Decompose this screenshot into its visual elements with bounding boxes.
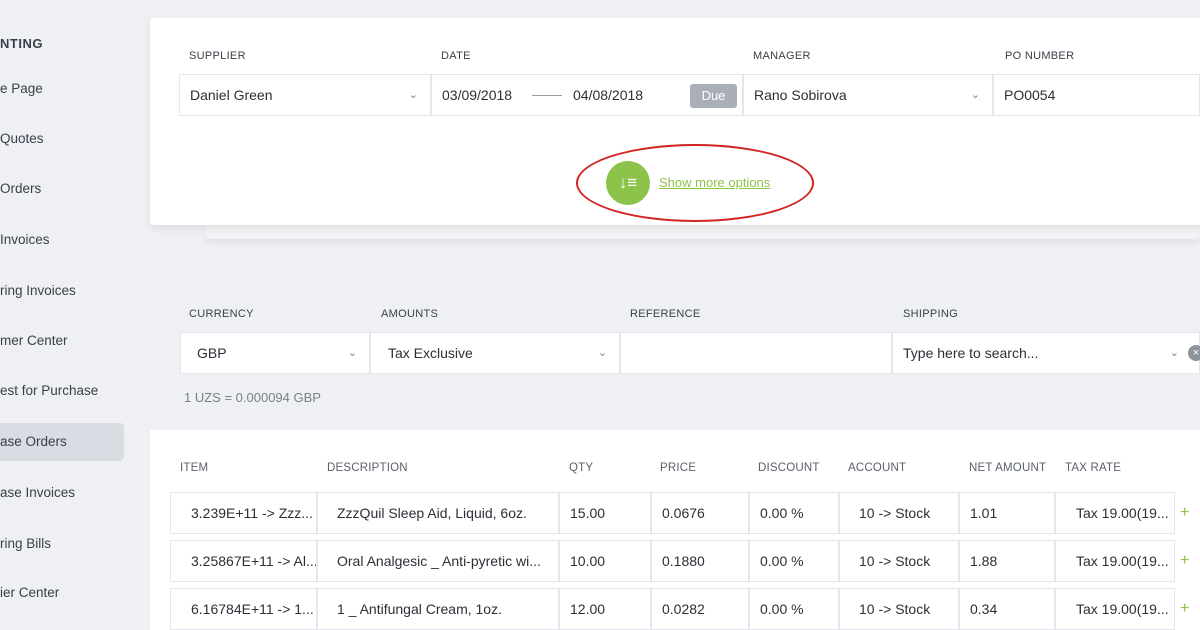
chevron-down-icon: ⌄ <box>1169 347 1179 359</box>
supplier-select[interactable]: Daniel Green ⌄ <box>179 74 431 116</box>
sidebar: NTING e Page Quotes Orders Invoices ring… <box>0 0 150 630</box>
chevron-down-icon: ⌄ <box>347 347 357 359</box>
col-header-tax-rate: TAX RATE <box>1065 462 1122 474</box>
col-header-qty: QTY <box>569 462 594 474</box>
shipping-placeholder: Type here to search... <box>903 345 1039 361</box>
plus-icon[interactable]: + <box>1180 588 1189 630</box>
cell-item[interactable]: 3.25867E+11 -> Al... <box>170 540 317 582</box>
cell-item[interactable]: 3.239E+11 -> Zzz... <box>170 492 317 534</box>
cell-price[interactable]: 0.1880 <box>651 540 749 582</box>
highlight-ellipse <box>576 144 814 222</box>
cell-tax-rate[interactable]: Tax 19.00(19... <box>1055 492 1175 534</box>
cell-net-amount[interactable]: 0.34 <box>959 588 1055 630</box>
currency-value: GBP <box>197 345 227 361</box>
cell-discount[interactable]: 0.00 % <box>749 492 839 534</box>
sidebar-heading: NTING <box>0 36 43 51</box>
cell-tax-rate[interactable]: Tax 19.00(19... <box>1055 588 1175 630</box>
cell-description[interactable]: Oral Analgesic _ Anti-pyretic wi... <box>317 540 559 582</box>
cell-net-amount[interactable]: 1.01 <box>959 492 1055 534</box>
shipping-label: SHIPPING <box>903 308 958 320</box>
sidebar-item-quotes[interactable]: Quotes <box>0 120 124 158</box>
cell-qty[interactable]: 12.00 <box>559 588 651 630</box>
cell-description[interactable]: 1 _ Antifungal Cream, 1oz. <box>317 588 559 630</box>
items-table: ITEM DESCRIPTION QTY PRICE DISCOUNT ACCO… <box>150 430 1200 630</box>
cell-description[interactable]: ZzzQuil Sleep Aid, Liquid, 6oz. <box>317 492 559 534</box>
po-number-label: PO NUMBER <box>1005 50 1075 62</box>
currency-select[interactable]: GBP ⌄ <box>180 332 370 374</box>
date-from-value: 03/09/2018 <box>442 87 513 103</box>
cell-account[interactable]: 10 -> Stock <box>839 492 959 534</box>
po-number-input[interactable]: PO0054 <box>993 74 1200 116</box>
supplier-value: Daniel Green <box>190 87 273 103</box>
col-header-account: ACCOUNT <box>848 462 907 474</box>
manager-label: MANAGER <box>753 50 811 62</box>
cell-tax-rate[interactable]: Tax 19.00(19... <box>1055 540 1175 582</box>
supplier-label: SUPPLIER <box>189 50 246 62</box>
sidebar-item-supplier-center[interactable]: ier Center <box>0 574 124 612</box>
sidebar-item-home-page[interactable]: e Page <box>0 70 124 108</box>
table-row: 3.25867E+11 -> Al... Oral Analgesic _ An… <box>170 540 1189 582</box>
sidebar-item-recurring-bills[interactable]: ring Bills <box>0 525 124 563</box>
cell-qty[interactable]: 15.00 <box>559 492 651 534</box>
amounts-select[interactable]: Tax Exclusive ⌄ <box>370 332 620 374</box>
due-badge[interactable]: Due <box>690 84 737 108</box>
card-shadow-layer <box>205 225 1200 239</box>
cell-item[interactable]: 6.16784E+11 -> 1... <box>170 588 317 630</box>
chevron-down-icon: ⌄ <box>408 89 418 101</box>
sidebar-item-orders[interactable]: Orders <box>0 170 124 208</box>
clear-circle-icon[interactable]: × <box>1188 345 1200 361</box>
col-header-description: DESCRIPTION <box>327 462 408 474</box>
plus-icon[interactable]: + <box>1180 492 1189 534</box>
date-to-value[interactable]: 04/08/2018 <box>573 74 643 116</box>
date-label: DATE <box>441 50 471 62</box>
col-header-net-amount: NET AMOUNT <box>969 462 1047 474</box>
sidebar-item-purchase-invoices[interactable]: ase Invoices <box>0 474 124 512</box>
cell-qty[interactable]: 10.00 <box>559 540 651 582</box>
cell-price[interactable]: 0.0676 <box>651 492 749 534</box>
exchange-rate-text: 1 UZS = 0.000094 GBP <box>184 390 321 405</box>
sidebar-item-request-for-purchase[interactable]: est for Purchase <box>0 372 124 410</box>
shipping-search-input[interactable]: Type here to search... ⌄ <box>892 332 1200 374</box>
cell-discount[interactable]: 0.00 % <box>749 540 839 582</box>
col-header-price: PRICE <box>660 462 697 474</box>
table-row: 3.239E+11 -> Zzz... ZzzQuil Sleep Aid, L… <box>170 492 1189 534</box>
cell-price[interactable]: 0.0282 <box>651 588 749 630</box>
date-separator <box>532 95 562 96</box>
sidebar-item-customer-center[interactable]: mer Center <box>0 322 124 360</box>
po-number-value: PO0054 <box>1004 87 1056 103</box>
table-row: 6.16784E+11 -> 1... 1 _ Antifungal Cream… <box>170 588 1189 630</box>
cell-net-amount[interactable]: 1.88 <box>959 540 1055 582</box>
amounts-label: AMOUNTS <box>381 308 439 320</box>
amounts-value: Tax Exclusive <box>388 345 473 361</box>
manager-select[interactable]: Rano Sobirova ⌄ <box>743 74 993 116</box>
chevron-down-icon: ⌄ <box>970 89 980 101</box>
manager-value: Rano Sobirova <box>754 87 847 103</box>
sidebar-item-invoices[interactable]: Invoices <box>0 221 124 259</box>
col-header-discount: DISCOUNT <box>758 462 820 474</box>
reference-input[interactable] <box>620 332 892 374</box>
currency-label: CURRENCY <box>189 308 254 320</box>
sidebar-item-purchase-orders[interactable]: ase Orders <box>0 423 124 461</box>
sidebar-item-recurring-invoices[interactable]: ring Invoices <box>0 272 124 310</box>
plus-icon[interactable]: + <box>1180 540 1189 582</box>
cell-account[interactable]: 10 -> Stock <box>839 540 959 582</box>
chevron-down-icon: ⌄ <box>597 347 607 359</box>
col-header-item: ITEM <box>180 462 209 474</box>
reference-label: REFERENCE <box>630 308 701 320</box>
cell-discount[interactable]: 0.00 % <box>749 588 839 630</box>
cell-account[interactable]: 10 -> Stock <box>839 588 959 630</box>
